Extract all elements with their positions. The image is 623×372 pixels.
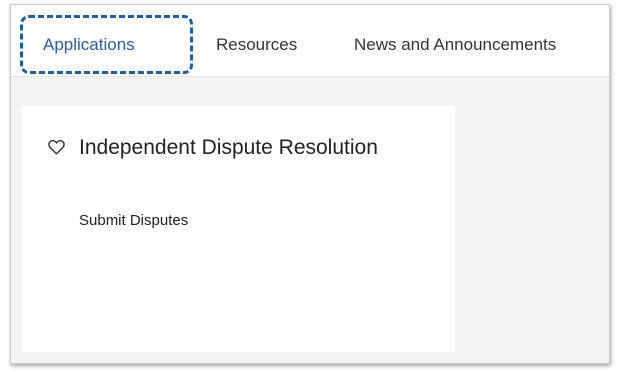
submit-disputes-link[interactable]: Submit Disputes — [79, 212, 188, 229]
tab-bar: Applications Resources News and Announce… — [11, 5, 609, 77]
heart-icon[interactable] — [48, 139, 65, 155]
tab-resources[interactable]: Resources — [216, 35, 297, 55]
app-window: Applications Resources News and Announce… — [10, 4, 610, 364]
tab-applications[interactable]: Applications — [43, 35, 135, 55]
card-title[interactable]: Independent Dispute Resolution — [79, 134, 379, 162]
application-card: Independent Dispute Resolution Submit Di… — [22, 106, 455, 352]
tab-news-and-announcements[interactable]: News and Announcements — [354, 35, 556, 55]
